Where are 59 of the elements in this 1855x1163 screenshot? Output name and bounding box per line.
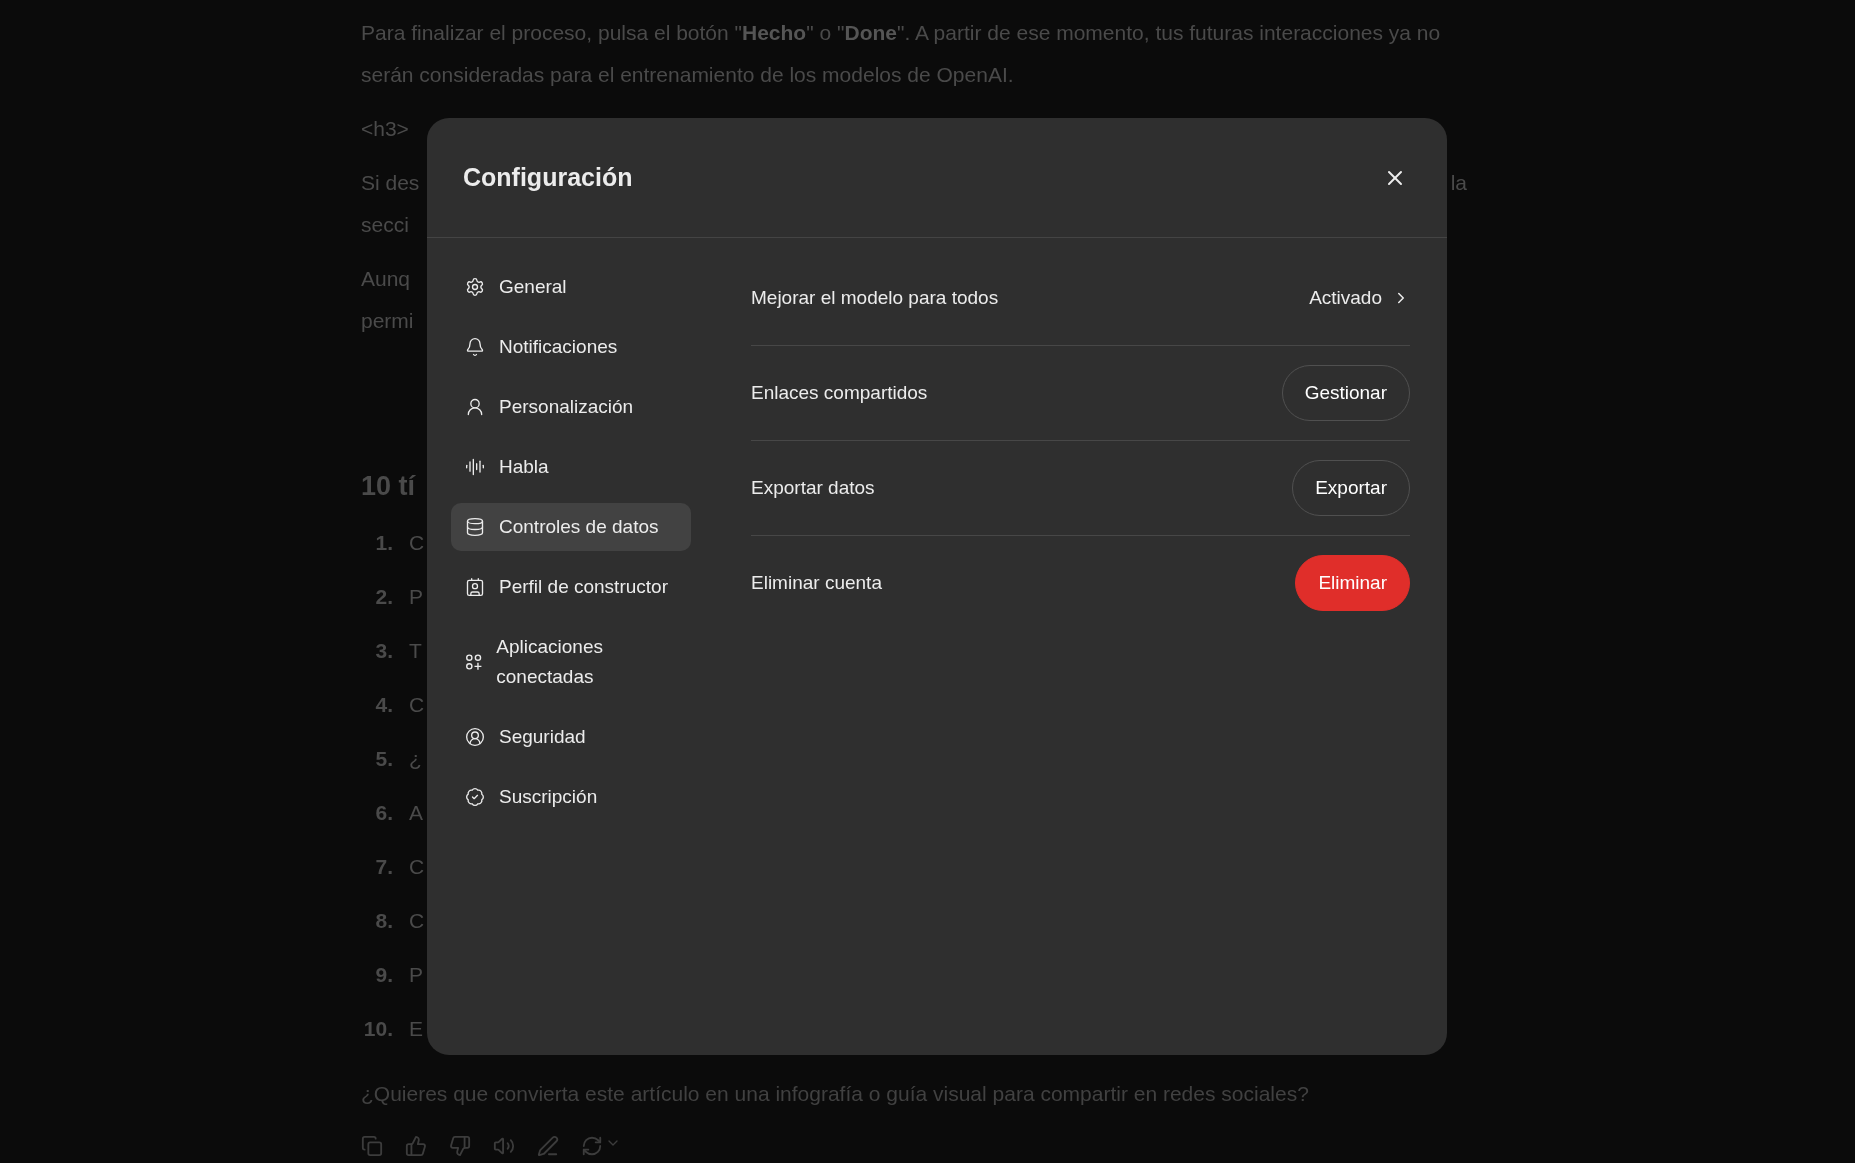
paragraph-text: la (1450, 170, 1467, 196)
list-item-text: ¿ (409, 746, 422, 772)
sidebar-item[interactable]: Notificaciones (451, 323, 691, 371)
user-circle-icon (465, 727, 485, 747)
list-number: 4. (374, 692, 393, 718)
paragraph-text: <h3> (361, 116, 409, 142)
thumbs-up-icon[interactable] (405, 1135, 427, 1157)
list-item-text: C (409, 854, 425, 880)
sidebar-item[interactable]: Suscripción (451, 773, 691, 821)
list-number: 7. (374, 854, 393, 880)
list-item-text: C (409, 692, 425, 718)
setting-label: Mejorar el modelo para todos (751, 287, 999, 309)
paragraph-text: Aunq (361, 266, 411, 292)
paragraph-text: secci (361, 212, 409, 238)
setting-value-link[interactable]: Activado (1309, 287, 1410, 309)
list-number: 3. (374, 638, 393, 664)
list-item-text: C (409, 908, 425, 934)
sound-wave-icon (465, 457, 485, 477)
list-number: 2. (374, 584, 393, 610)
apps-icon (465, 652, 483, 672)
sidebar-item[interactable]: Seguridad (451, 713, 691, 761)
badge-icon (465, 787, 485, 807)
list-item-text: E (409, 1016, 423, 1042)
setting-label: Eliminar cuenta (751, 572, 882, 594)
list-number: 5. (374, 746, 393, 772)
list-number: 6. (374, 800, 393, 826)
list-item-text: T (409, 638, 422, 664)
speaker-icon[interactable] (493, 1135, 515, 1157)
sidebar-item[interactable]: Aplicaciones conectadas (451, 623, 691, 701)
section-heading: 10 tí (361, 470, 416, 503)
list-number: 10. (362, 1016, 393, 1042)
sidebar-item[interactable]: Perfil de constructor (451, 563, 691, 611)
paragraph-text: permi (361, 308, 414, 334)
paragraph-text: Para finalizar el proceso, pulsa el botón "Hecho" o "Done". A partir de ese momento, tus futuras interacciones ya no serán consideradas para el entrenamiento de los modelos de OpenAI. (361, 20, 1442, 88)
sidebar-item[interactable]: Habla (451, 443, 691, 491)
database-icon (465, 517, 485, 537)
gear-icon (465, 277, 485, 297)
setting-label: Enlaces compartidos (751, 382, 928, 404)
list-item-text: P (409, 962, 423, 988)
profile-card-icon (465, 577, 485, 597)
edit-icon[interactable] (537, 1135, 559, 1157)
list-item-text: P (409, 584, 423, 610)
dialog-title: Configuración (463, 163, 633, 192)
sidebar-item[interactable]: Personalización (451, 383, 691, 431)
list-number: 9. (374, 962, 393, 988)
person-icon (465, 397, 485, 417)
copy-icon[interactable] (361, 1135, 383, 1157)
list-number: 8. (374, 908, 393, 934)
list-item-text: A (409, 800, 423, 826)
sidebar-item[interactable]: General (451, 263, 691, 311)
sidebar-item[interactable]: Controles de datos (451, 503, 691, 551)
list-item-text: C (409, 530, 425, 556)
bell-icon (465, 337, 485, 357)
refresh-icon[interactable] (581, 1135, 603, 1157)
thumbs-down-icon[interactable] (449, 1135, 471, 1157)
paragraph-text: Si des (361, 170, 420, 196)
list-number: 1. (374, 530, 393, 556)
delete-button[interactable]: Eliminar (1295, 555, 1410, 611)
setting-label: Exportar datos (751, 477, 875, 499)
